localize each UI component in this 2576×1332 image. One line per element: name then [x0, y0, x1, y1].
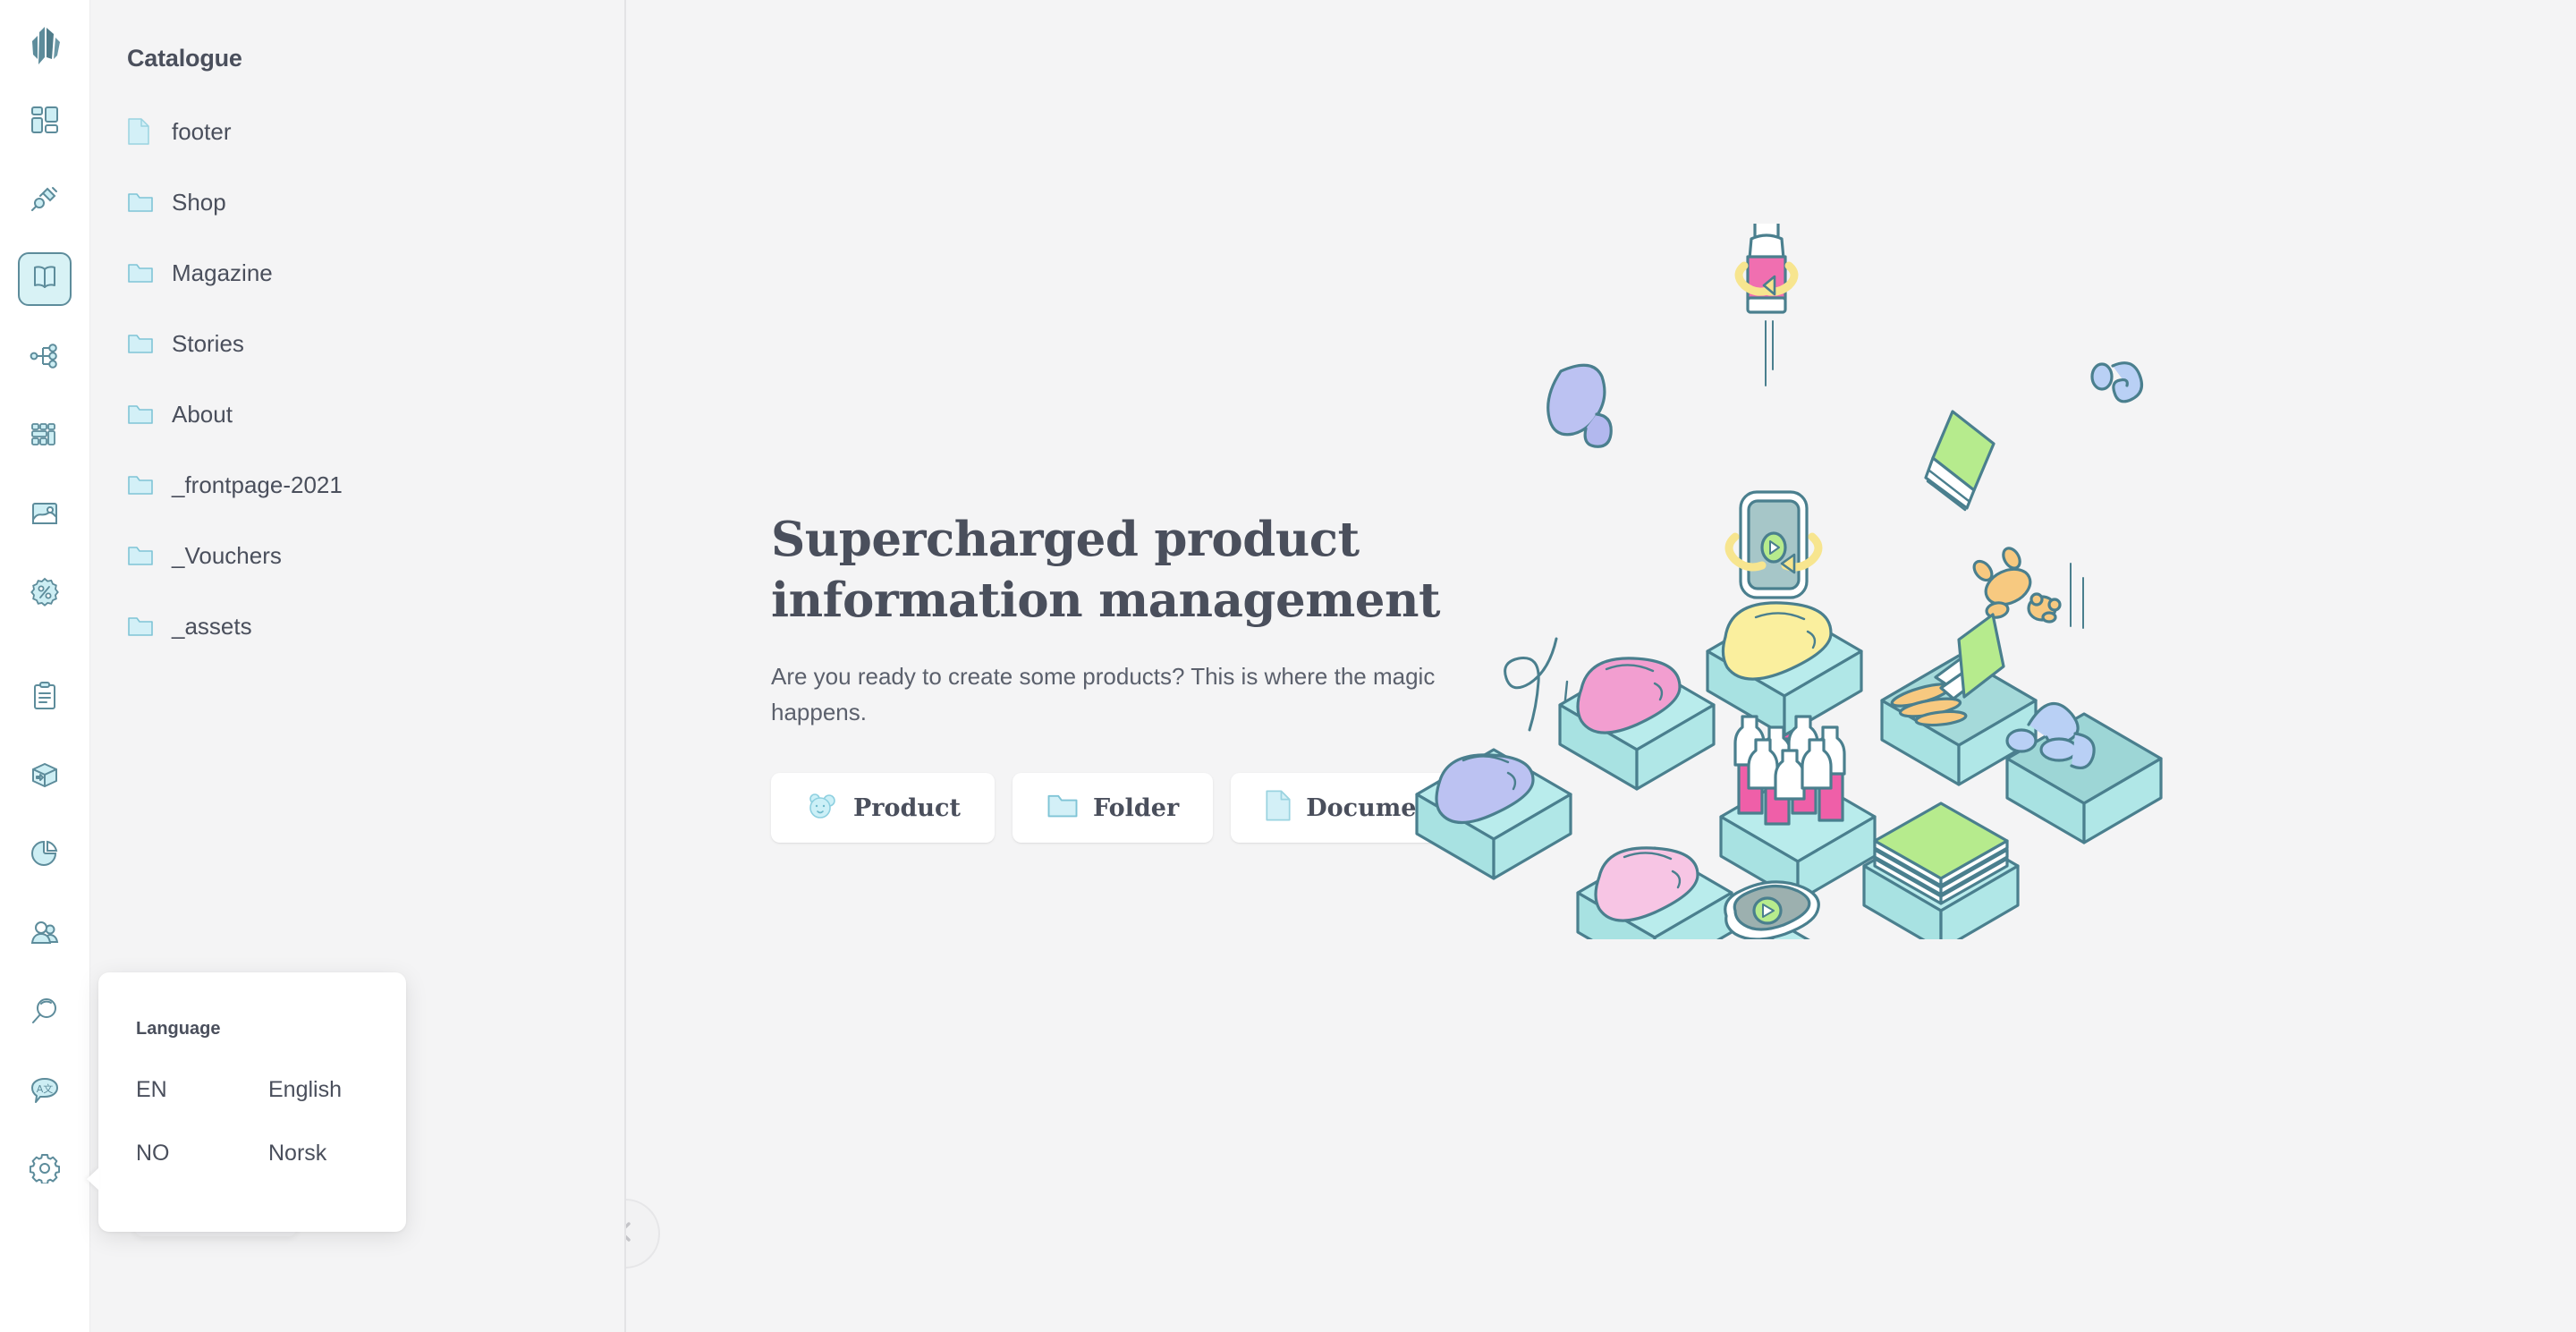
- crystal-logo-icon[interactable]: [16, 20, 73, 77]
- magnifier-icon: [30, 996, 60, 1031]
- primary-nav-rail: A文: [0, 0, 89, 1332]
- dashboard-grid-icon: [30, 105, 60, 140]
- tree-item-label: Magazine: [172, 259, 273, 286]
- sidebar-item-dashboard[interactable]: [18, 95, 72, 148]
- sidebar-item-taxonomy[interactable]: [18, 331, 72, 385]
- folder-icon: [1046, 792, 1079, 824]
- tree-item-label: _assets: [172, 612, 252, 640]
- isometric-product-boxes-illustration: [1413, 217, 2218, 1059]
- app-root: A文 Catalogue footer Shop Magazine Storie…: [0, 0, 2576, 1332]
- tree-item-label: Stories: [172, 329, 244, 357]
- pie-chart-icon: [30, 838, 60, 873]
- catalogue-tree: footer Shop Magazine Stories About _fron…: [89, 112, 624, 646]
- users-group-icon: [30, 917, 60, 952]
- create-folder-button[interactable]: Folder: [1012, 773, 1214, 844]
- language-code: NO: [136, 1141, 170, 1166]
- tree-item-footer[interactable]: footer: [127, 112, 624, 151]
- clipboard-list-icon: [30, 681, 60, 716]
- folder-icon: [127, 261, 165, 284]
- hero-title-line-2: information management: [771, 572, 1441, 628]
- plug-connector-icon: [30, 183, 60, 218]
- language-name: English: [268, 1077, 342, 1102]
- create-product-label: Product: [853, 793, 961, 822]
- sidebar-item-media[interactable]: [18, 488, 72, 542]
- language-name: Norsk: [268, 1141, 327, 1166]
- folder-icon: [127, 403, 165, 426]
- language-code: EN: [136, 1077, 167, 1102]
- create-product-button[interactable]: Product: [771, 773, 995, 844]
- tree-item-label: footer: [172, 117, 232, 145]
- sidebar-item-orders[interactable]: [18, 671, 72, 725]
- sidebar-item-layouts[interactable]: [18, 410, 72, 463]
- tree-item-stories[interactable]: Stories: [127, 324, 624, 363]
- document-icon: [127, 118, 165, 145]
- sidebar-item-translations[interactable]: A文: [18, 1065, 72, 1118]
- tree-item-label: Shop: [172, 188, 226, 216]
- document-icon: [1265, 790, 1292, 826]
- sidebar-item-customers[interactable]: [18, 907, 72, 961]
- sidebar-item-settings[interactable]: [18, 1143, 72, 1197]
- folder-icon: [127, 191, 165, 214]
- tree-item-label: _Vouchers: [172, 541, 282, 569]
- language-option-no[interactable]: NO Norsk: [136, 1141, 406, 1167]
- language-popup: Language EN English NO Norsk: [98, 972, 406, 1232]
- package-box-icon: [30, 759, 60, 794]
- tree-item-label: _frontpage-2021: [172, 471, 343, 498]
- percent-badge-icon: [30, 577, 60, 612]
- tree-item-magazine[interactable]: Magazine: [127, 253, 624, 293]
- svg-text:A文: A文: [37, 1082, 54, 1095]
- sidebar-item-catalogue[interactable]: [18, 252, 72, 306]
- chevron-left-icon: [626, 1219, 638, 1249]
- gear-icon: [29, 1153, 61, 1188]
- translate-bubble-icon: A文: [30, 1074, 60, 1109]
- folder-icon: [127, 615, 165, 638]
- tree-item-vouchers[interactable]: _Vouchers: [127, 536, 624, 575]
- tree-item-assets[interactable]: _assets: [127, 607, 624, 646]
- open-book-icon: [30, 263, 59, 296]
- tree-item-about[interactable]: About: [127, 395, 624, 434]
- rail-items: A文: [0, 95, 89, 1222]
- teddy-bear-icon: [805, 789, 839, 827]
- sidebar-item-discounts[interactable]: [18, 567, 72, 621]
- page-title: Catalogue: [127, 45, 242, 72]
- tree-item-label: About: [172, 400, 233, 428]
- blocks-layout-icon: [30, 420, 60, 454]
- sidebar-item-analytics[interactable]: [18, 828, 72, 882]
- create-folder-label: Folder: [1092, 793, 1180, 822]
- tree-item-frontpage-2021[interactable]: _frontpage-2021: [127, 465, 624, 505]
- node-tree-icon: [30, 341, 60, 376]
- language-option-en[interactable]: EN English: [136, 1077, 406, 1103]
- sidebar-item-integrations[interactable]: [18, 174, 72, 227]
- hero-title-line-1: Supercharged product: [771, 512, 1360, 567]
- collapse-panel-button[interactable]: [626, 1199, 660, 1268]
- language-popup-title: Language: [136, 1019, 221, 1039]
- folder-icon: [127, 473, 165, 496]
- hero-subtitle: Are you ready to create some products? T…: [771, 662, 1436, 725]
- sidebar-item-search[interactable]: [18, 986, 72, 1039]
- folder-icon: [127, 332, 165, 355]
- tree-item-shop[interactable]: Shop: [127, 182, 624, 222]
- sidebar-item-shipping[interactable]: [18, 750, 72, 803]
- main-content: Supercharged product information managem…: [626, 0, 2576, 1332]
- folder-icon: [127, 544, 165, 567]
- image-picture-icon: [30, 498, 60, 533]
